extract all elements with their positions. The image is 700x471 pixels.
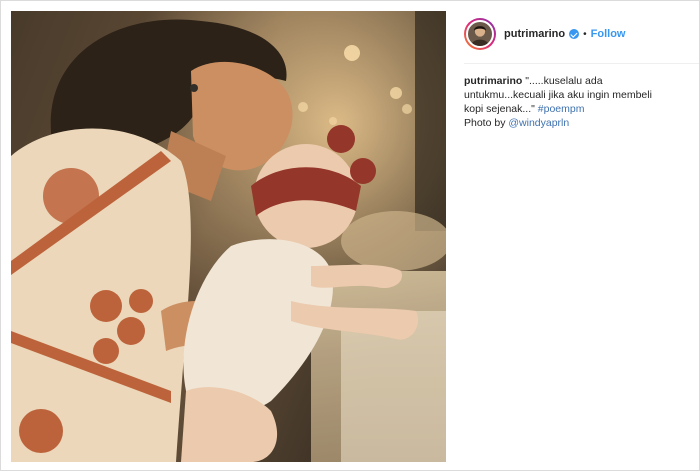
post-photo-image <box>11 11 446 462</box>
separator-dot: • <box>583 28 587 40</box>
caption-username-link[interactable]: putrimarino <box>464 75 522 87</box>
instagram-post: putrimarino • Follow putrimarino ".....k… <box>0 0 700 471</box>
avatar-image <box>466 20 494 48</box>
photo-credit-link[interactable]: @windyaprln <box>508 117 569 129</box>
post-photo[interactable] <box>11 11 446 462</box>
post-header: putrimarino • Follow <box>456 15 699 53</box>
username-link[interactable]: putrimarino <box>504 28 565 40</box>
verified-badge-icon <box>569 29 580 39</box>
photo-credit-label: Photo by <box>464 117 506 129</box>
post-caption: putrimarino ".....kuselalu ada untukmu..… <box>464 74 664 130</box>
hashtag-link[interactable]: #poempm <box>538 103 585 115</box>
avatar[interactable] <box>464 18 496 50</box>
post-sidebar: putrimarino • Follow putrimarino ".....k… <box>456 1 699 470</box>
header-divider <box>464 63 699 64</box>
follow-button[interactable]: Follow <box>591 28 626 40</box>
